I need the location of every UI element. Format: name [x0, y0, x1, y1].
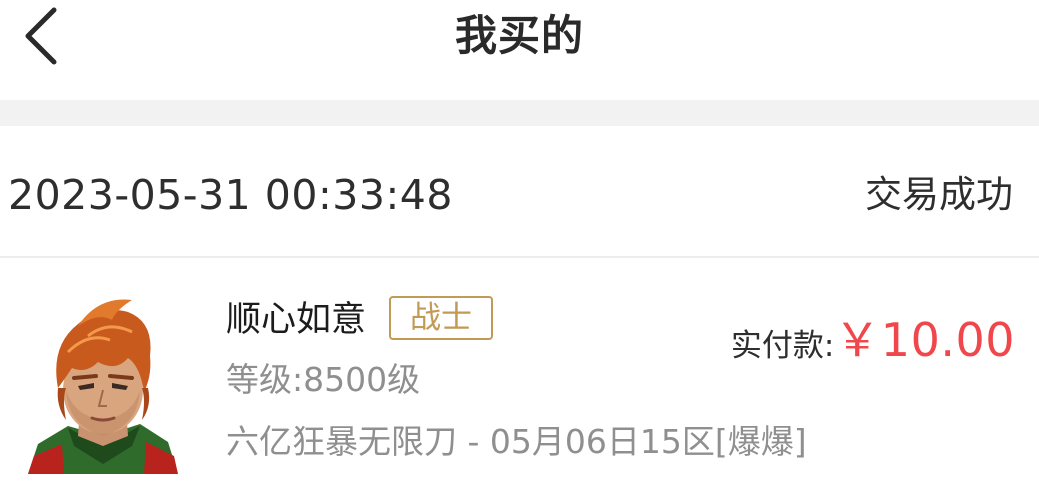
order-item-card[interactable]: 顺心如意 战士 等级:8500级 六亿狂暴无限刀 - 05月06日15区[爆爆]… [0, 258, 1039, 501]
character-avatar [28, 296, 178, 474]
order-time: 2023-05-31 00:33:48 [8, 171, 453, 219]
item-name: 顺心如意 [226, 300, 367, 340]
navigation-header: 我买的 [0, 0, 1039, 100]
order-status: 交易成功 [865, 173, 1013, 216]
item-level: 等级:8500级 [226, 360, 421, 399]
my-purchases-page: 我买的 2023-05-31 00:33:48 交易成功 顺心如意 战士 等级:… [0, 0, 1039, 501]
section-divider [0, 100, 1039, 126]
class-badge: 战士 [389, 296, 493, 340]
price-value: ￥10.00 [834, 313, 1015, 367]
price-label: 实付款: [730, 328, 835, 364]
item-server: 六亿狂暴无限刀 - 05月06日15区[爆爆] [226, 422, 807, 461]
price-summary: 实付款:￥10.00 [731, 304, 1015, 367]
page-title: 我买的 [454, 11, 584, 60]
order-header: 2023-05-31 00:33:48 交易成功 [0, 126, 1039, 256]
